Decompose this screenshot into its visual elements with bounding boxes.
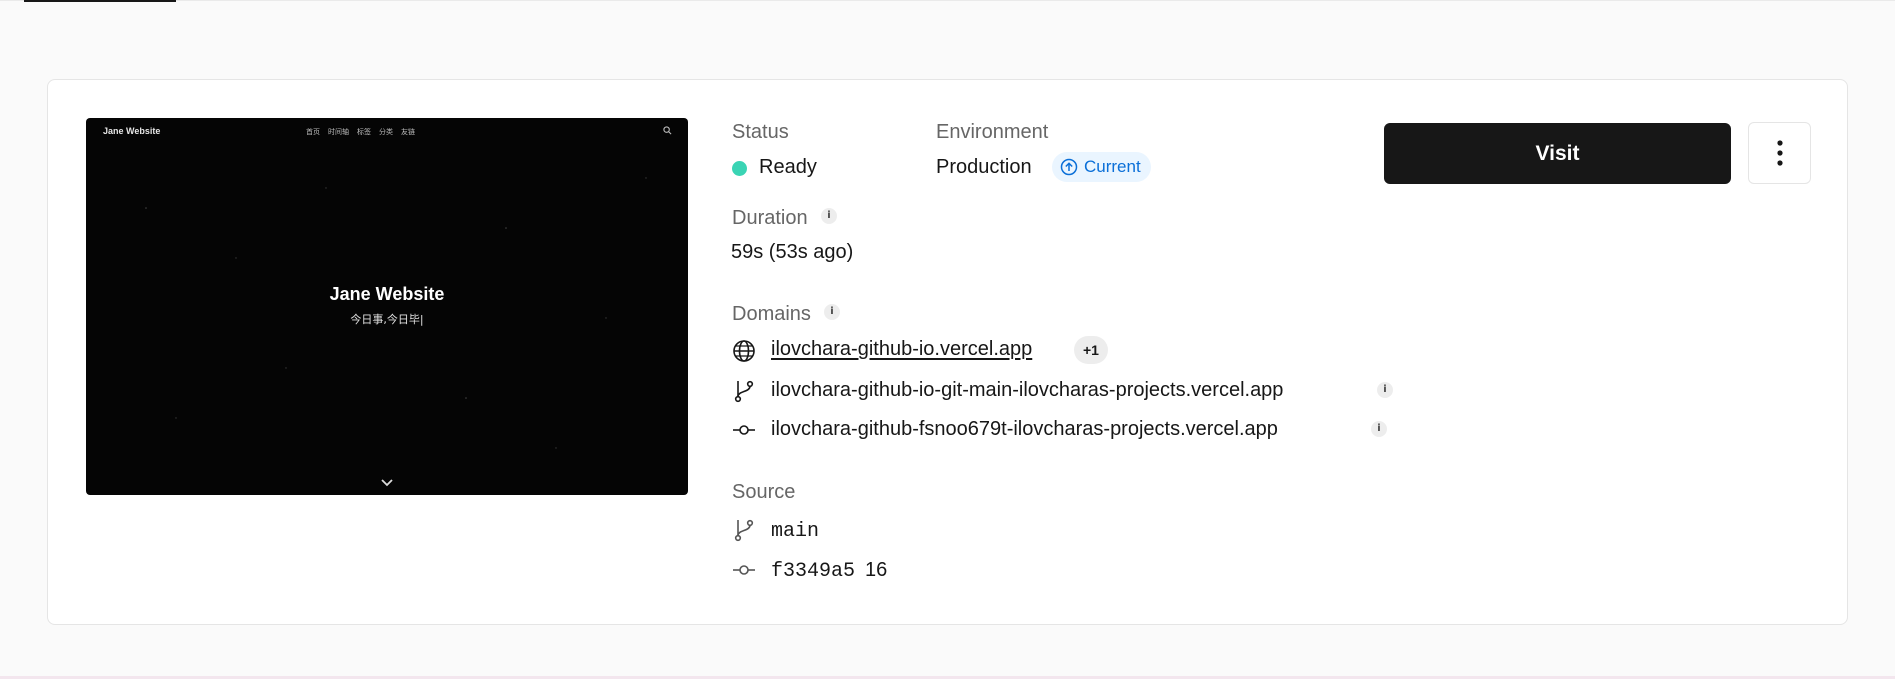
- more-options-button[interactable]: [1748, 122, 1811, 184]
- environment-value: Production: [936, 156, 1032, 178]
- active-tab-indicator: [24, 0, 176, 2]
- info-icon[interactable]: i: [1371, 421, 1387, 437]
- preview-subtitle: 今日事,今日毕|: [350, 313, 424, 326]
- source-label: Source: [732, 481, 796, 503]
- search-icon: [663, 126, 672, 135]
- duration-label: Duration: [732, 207, 808, 229]
- git-branch-icon: [734, 380, 754, 403]
- top-divider: [0, 0, 1895, 1]
- domains-label: Domains: [732, 303, 811, 325]
- info-icon[interactable]: i: [821, 208, 837, 224]
- source-branch[interactable]: main: [771, 520, 819, 543]
- status-dot: [732, 161, 747, 176]
- starfield-background: [145, 177, 647, 449]
- chevron-down-icon: [381, 479, 393, 487]
- current-badge-label: Current: [1084, 157, 1141, 176]
- git-branch-icon: [734, 519, 754, 542]
- extra-domains-badge[interactable]: +1: [1074, 336, 1108, 364]
- preview-brand: Jane Website: [103, 126, 161, 136]
- preview-menu: 首页 时间轴 标签 分类 友链: [306, 127, 415, 137]
- status-value: Ready: [759, 156, 817, 178]
- source-commit-message: 16: [865, 559, 888, 581]
- primary-domain-link[interactable]: ilovchara-github-io.vercel.app: [771, 338, 1032, 361]
- commit-domain-link[interactable]: ilovchara-github-fsnoo679t-ilovcharas-pr…: [771, 418, 1278, 441]
- deployment-card: Jane Website 首页 时间轴 标签 分类 友链 Jane Websit…: [47, 79, 1848, 625]
- info-icon[interactable]: i: [824, 304, 840, 320]
- branch-domain-link[interactable]: ilovchara-github-io-git-main-ilovcharas-…: [771, 379, 1283, 402]
- deployment-preview[interactable]: Jane Website 首页 时间轴 标签 分类 友链 Jane Websit…: [86, 118, 688, 495]
- preview-menu-item: 友链: [401, 128, 415, 136]
- duration-value: 59s (53s ago): [731, 241, 854, 263]
- git-commit-icon: [733, 425, 755, 435]
- preview-menu-item: 时间轴: [328, 128, 349, 136]
- preview-title: Jane Website: [329, 284, 445, 304]
- preview-menu-item: 首页: [306, 128, 320, 136]
- globe-icon: [733, 340, 755, 362]
- status-label: Status: [732, 121, 789, 143]
- preview-navbar: Jane Website 首页 时间轴 标签 分类 友链: [86, 118, 688, 146]
- git-commit-icon: [733, 565, 755, 575]
- arrow-up-circle-icon: [1060, 158, 1078, 176]
- vertical-ellipsis-icon: [1776, 140, 1783, 166]
- current-badge: Current: [1052, 152, 1151, 182]
- info-icon[interactable]: i: [1377, 382, 1393, 398]
- environment-label: Environment: [936, 121, 1049, 143]
- source-commit-hash[interactable]: f3349a5: [771, 560, 855, 583]
- preview-menu-item: 分类: [379, 128, 393, 136]
- visit-button[interactable]: Visit: [1384, 123, 1731, 184]
- preview-menu-item: 标签: [357, 128, 371, 136]
